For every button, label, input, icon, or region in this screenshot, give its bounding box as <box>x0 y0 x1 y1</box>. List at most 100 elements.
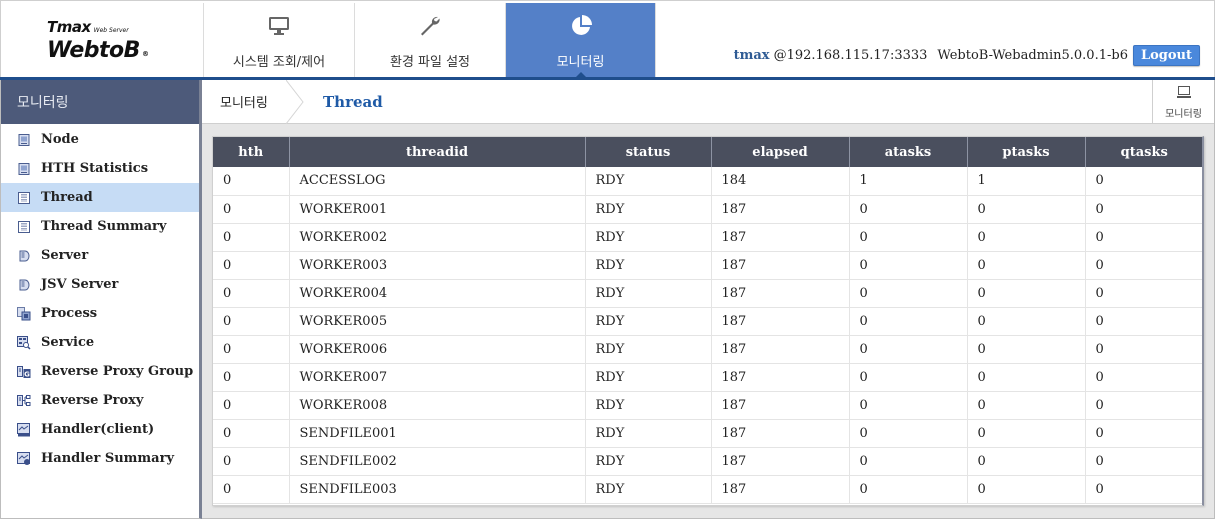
sidebar-item-reverse-proxy[interactable]: Reverse Proxy <box>1 386 199 415</box>
table-row[interactable]: 0 WORKER008 RDY 187 0 0 0 <box>213 391 1202 420</box>
monitor-button[interactable]: 모니터링 <box>1152 80 1214 124</box>
tab-system-control[interactable]: 시스템 조회/제어 <box>203 3 354 78</box>
cell-ptasks: 1 <box>967 167 1086 196</box>
column-header-elapsed[interactable]: elapsed <box>711 137 850 167</box>
column-header-hth[interactable]: hth <box>213 137 290 167</box>
cell-atasks: 0 <box>849 279 968 308</box>
cell-qtasks: 0 <box>1085 363 1202 392</box>
column-header-atasks[interactable]: atasks <box>849 137 968 167</box>
sidebar-item-label: Service <box>41 335 95 350</box>
cell-hth: 0 <box>213 391 290 420</box>
table-row[interactable]: 0 WORKER006 RDY 187 0 0 0 <box>213 335 1202 364</box>
process-icon <box>17 306 31 321</box>
table-row[interactable]: 0 WORKER005 RDY 187 0 0 0 <box>213 307 1202 336</box>
cell-elapsed: 187 <box>711 335 850 364</box>
column-header-threadid[interactable]: threadid <box>289 137 586 167</box>
node-icon <box>17 133 31 147</box>
cell-ptasks: 0 <box>967 195 1086 224</box>
cell-status: RDY <box>585 167 712 196</box>
table-row[interactable]: 0 SENDFILE001 RDY 187 0 0 0 <box>213 419 1202 448</box>
cell-hth: 0 <box>213 447 290 476</box>
cell-qtasks: 0 <box>1085 223 1202 252</box>
table-row[interactable]: 0 WORKER007 RDY 187 0 0 0 <box>213 363 1202 392</box>
table-row[interactable]: 0 SENDFILE003 RDY 187 0 0 0 <box>213 475 1202 504</box>
cell-ptasks: 0 <box>967 251 1086 280</box>
table-row[interactable]: 0 WORKER001 RDY 187 0 0 0 <box>213 195 1202 224</box>
monitor-button-label: 모니터링 <box>1165 109 1202 120</box>
sidebar-item-server[interactable]: Server <box>1 241 199 270</box>
monitor-icon <box>1176 84 1191 103</box>
breadcrumb-root[interactable]: 모니터링 <box>202 92 286 111</box>
cell-hth: 0 <box>213 475 290 504</box>
cell-ptasks: 0 <box>967 447 1086 476</box>
tab-label: 시스템 조회/제어 <box>232 55 326 70</box>
monitor-icon <box>268 13 290 39</box>
column-header-qtasks[interactable]: qtasks <box>1085 137 1202 167</box>
sidebar-item-reverse-proxy-group[interactable]: G Reverse Proxy Group <box>1 357 199 386</box>
sidebar-item-thread[interactable]: Thread <box>1 183 199 212</box>
sidebar-item-thread-summary[interactable]: Thread Summary <box>1 212 199 241</box>
sidebar-item-label: Server <box>41 248 89 263</box>
logo-registered-mark: ® <box>141 50 149 58</box>
column-header-ptasks[interactable]: ptasks <box>967 137 1086 167</box>
cell-elapsed: 187 <box>711 363 850 392</box>
cell-status: RDY <box>585 363 712 392</box>
cell-status: RDY <box>585 223 712 252</box>
cell-atasks: 0 <box>849 447 968 476</box>
breadcrumb-current: Thread <box>323 92 383 111</box>
logo-brand: Tmax <box>47 18 91 36</box>
cell-atasks: 0 <box>849 195 968 224</box>
table-row[interactable]: 0 WORKER003 RDY 187 0 0 0 <box>213 251 1202 280</box>
tab-monitoring[interactable]: 모니터링 <box>505 3 656 78</box>
sidebar-title: 모니터링 <box>1 80 199 124</box>
sidebar-item-label: Handler Summary <box>41 451 175 466</box>
table-row[interactable]: 0 SENDFILE002 RDY 187 0 0 0 <box>213 447 1202 476</box>
sidebar-item-handler-summary[interactable]: Handler Summary <box>1 444 199 473</box>
cell-threadid: WORKER004 <box>289 279 586 308</box>
pie-chart-icon <box>569 13 593 39</box>
cell-status: RDY <box>585 279 712 308</box>
cell-threadid: WORKER003 <box>289 251 586 280</box>
cell-threadid: WORKER005 <box>289 307 586 336</box>
cell-elapsed: 187 <box>711 475 850 504</box>
cell-atasks: 0 <box>849 475 968 504</box>
thread-icon <box>17 191 31 205</box>
cell-elapsed: 187 <box>711 307 850 336</box>
cell-ptasks: 0 <box>967 223 1086 252</box>
sidebar-item-service[interactable]: Service <box>1 328 199 357</box>
table-row[interactable]: 0 ACCESSLOG RDY 184 1 1 0 <box>213 167 1202 196</box>
cell-elapsed: 187 <box>711 251 850 280</box>
sidebar-item-label: Handler(client) <box>41 422 155 437</box>
host-address: @192.168.115.17:3333 <box>773 48 928 63</box>
sidebar-item-handler-client[interactable]: Handler(client) <box>1 415 199 444</box>
column-header-status[interactable]: status <box>585 137 712 167</box>
cell-hth: 0 <box>213 223 290 252</box>
reverse-proxy-group-icon: G <box>17 365 31 379</box>
sidebar-item-jsv-server[interactable]: JSV Server <box>1 270 199 299</box>
cell-qtasks: 0 <box>1085 195 1202 224</box>
cell-hth: 0 <box>213 195 290 224</box>
cell-status: RDY <box>585 251 712 280</box>
cell-threadid: WORKER001 <box>289 195 586 224</box>
sidebar-item-process[interactable]: Process <box>1 299 199 328</box>
cell-ptasks: 0 <box>967 391 1086 420</box>
sidebar-item-label: Process <box>41 306 98 321</box>
sidebar-item-hth-statistics[interactable]: HTH Statistics <box>1 154 199 183</box>
logo-product: WebtoB <box>47 38 140 63</box>
tab-config-file[interactable]: 환경 파일 설정 <box>354 3 505 78</box>
cell-atasks: 0 <box>849 419 968 448</box>
table-row[interactable]: 0 WORKER002 RDY 187 0 0 0 <box>213 223 1202 252</box>
sidebar-item-label: Reverse Proxy Group <box>41 364 194 379</box>
cell-atasks: 0 <box>849 307 968 336</box>
thread-table-container: hth threadid status elapsed atasks ptask… <box>212 136 1204 506</box>
sidebar-item-label: Node <box>41 132 79 147</box>
thread-table: hth threadid status elapsed atasks ptask… <box>213 137 1202 504</box>
top-header: Tmax Web Server WebtoB ® 시스템 조회/제어 환경 파일 설… <box>0 0 1215 80</box>
service-icon <box>17 335 31 350</box>
cell-threadid: SENDFILE003 <box>289 475 586 504</box>
sidebar-item-label: Reverse Proxy <box>41 393 144 408</box>
table-row[interactable]: 0 WORKER004 RDY 187 0 0 0 <box>213 279 1202 308</box>
logout-button[interactable]: Logout <box>1132 45 1200 66</box>
cell-qtasks: 0 <box>1085 447 1202 476</box>
sidebar-item-node[interactable]: Node <box>1 125 199 154</box>
